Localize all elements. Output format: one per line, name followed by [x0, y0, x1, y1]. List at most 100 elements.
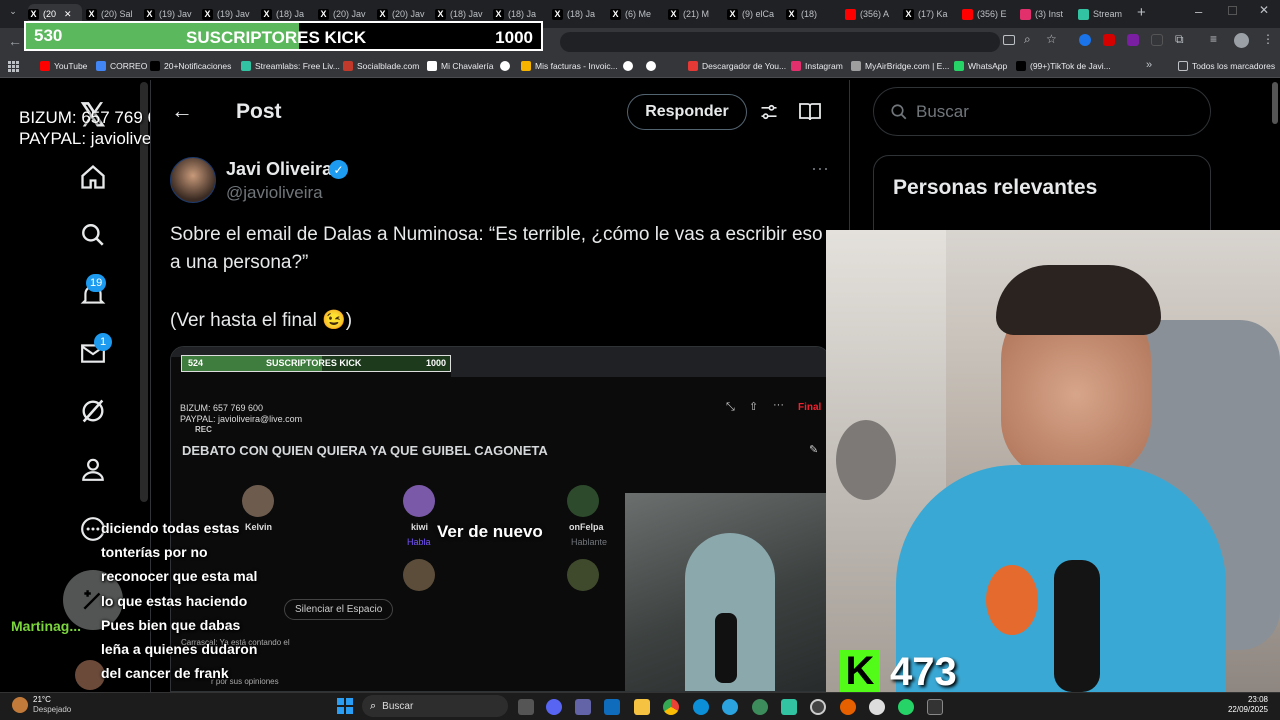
back-arrow-icon[interactable]: ←: [171, 98, 193, 124]
bookmark-star-icon[interactable]: ☆: [1046, 32, 1057, 46]
tab-list-dropdown[interactable]: ⌄: [6, 6, 20, 20]
browser-tab[interactable]: Stream: [1078, 4, 1130, 24]
x-logo-icon: X: [86, 8, 97, 20]
firefox-icon[interactable]: [840, 699, 856, 715]
taskbar-search[interactable]: ⌕ Buscar: [362, 695, 508, 717]
obs-icon[interactable]: [810, 699, 826, 715]
video-goal-title: SUSCRIPTORES KICK: [266, 358, 362, 368]
new-tab-button[interactable]: +: [1137, 4, 1146, 21]
browser-tab-label: (356) A: [860, 9, 890, 19]
more-bookmarks-icon[interactable]: »: [1146, 59, 1152, 71]
bookmark-item[interactable]: 20+Notificaciones: [150, 61, 231, 71]
bookmark-item[interactable]: YouTube: [40, 61, 87, 71]
weather-condition[interactable]: Despejado: [33, 705, 71, 714]
teams-icon[interactable]: [575, 699, 591, 715]
browser-tab[interactable]: X (21) M: [668, 4, 720, 24]
globe-app-icon[interactable]: [752, 699, 768, 715]
profile-avatar[interactable]: [1234, 33, 1249, 48]
browser-tab[interactable]: X (6) Me: [610, 4, 662, 24]
browser-tab[interactable]: X (18): [786, 4, 838, 24]
browser-tab[interactable]: (356) A: [845, 4, 897, 24]
weather-temp[interactable]: 21°C: [33, 695, 51, 704]
bookmark-item[interactable]: Mi Chavalería: [427, 61, 493, 71]
browser-tab[interactable]: X (9) elCa: [727, 4, 779, 24]
speaker-avatar-2: [403, 485, 435, 517]
explore-search-icon[interactable]: [78, 220, 108, 250]
close-tab-icon[interactable]: ✕: [64, 9, 72, 20]
zoom-icon[interactable]: ⌕: [1024, 32, 1031, 47]
kick-subscribers-goal-bar: 530 SUSCRIPTORES KICK 1000: [24, 21, 543, 51]
task-view-icon[interactable]: [518, 699, 534, 715]
all-bookmarks-folder[interactable]: Todos los marcadores: [1178, 61, 1275, 71]
filter-sliders-icon[interactable]: [759, 102, 779, 127]
extension-icon-1[interactable]: [1079, 34, 1091, 46]
bookmark-item[interactable]: Socialblade.com: [343, 61, 419, 71]
bookmark-item[interactable]: MyAirBridge.com | E...: [851, 61, 949, 71]
extension-icon-2[interactable]: [1103, 34, 1115, 46]
browser-tab[interactable]: (356) E: [962, 4, 1014, 24]
apps-grid-icon[interactable]: [8, 61, 19, 72]
speaker-avatar-3: [567, 485, 599, 517]
bookmark-favicon-icon: [500, 61, 510, 71]
bookmark-item[interactable]: Streamlabs: Free Liv...: [241, 61, 340, 71]
extension-icon-4[interactable]: [1151, 34, 1163, 46]
notifications-count-badge: 19: [86, 274, 107, 292]
extension-icon-3[interactable]: [1127, 34, 1139, 46]
reader-view-icon[interactable]: [798, 102, 822, 127]
bookmark-label: YouTube: [54, 61, 88, 71]
bookmark-item[interactable]: [623, 61, 637, 71]
weather-widget-icon[interactable]: [12, 697, 28, 713]
clock-time[interactable]: 23:08: [1248, 695, 1268, 704]
streamlabs-app-icon[interactable]: [781, 699, 797, 715]
bookmark-item[interactable]: WhatsApp: [954, 61, 1007, 71]
bookmark-item[interactable]: [646, 61, 660, 71]
url-field[interactable]: [560, 32, 1000, 52]
browser-tab[interactable]: X (18) Ja: [552, 4, 604, 24]
telegram-icon[interactable]: [722, 699, 738, 715]
video-edit-icon: ✎: [809, 444, 819, 456]
outlook-icon[interactable]: [604, 699, 620, 715]
edge-icon[interactable]: [693, 699, 709, 715]
file-explorer-icon[interactable]: [634, 699, 650, 715]
browser-tab[interactable]: (3) Inst: [1020, 4, 1072, 24]
install-app-icon[interactable]: [1003, 35, 1015, 45]
recorder-icon[interactable]: [869, 699, 885, 715]
bookmark-item[interactable]: (99+)TikTok de Javi...: [1016, 61, 1111, 71]
chat-message-line: leña a quienes dudaron: [101, 641, 258, 657]
media-controls-icon[interactable]: ≡: [1210, 32, 1217, 46]
maximize-button[interactable]: [1228, 6, 1237, 15]
post-options-icon[interactable]: ···: [811, 158, 829, 179]
author-avatar[interactable]: [170, 157, 216, 203]
whatsapp-icon[interactable]: [898, 699, 914, 715]
windows-start-icon[interactable]: [337, 698, 353, 714]
home-icon[interactable]: [78, 162, 108, 192]
grok-icon[interactable]: [78, 396, 108, 426]
replay-button[interactable]: Ver de nuevo: [437, 522, 543, 542]
chrome-icon[interactable]: [663, 699, 679, 715]
browser-menu-icon[interactable]: ⋮: [1262, 32, 1274, 46]
browser-tab[interactable]: X (17) Ka: [903, 4, 955, 24]
profile-person-icon[interactable]: [78, 454, 108, 484]
clock-date[interactable]: 22/09/2025: [1228, 705, 1268, 714]
extensions-puzzle-icon[interactable]: ⧉: [1175, 32, 1184, 47]
search-box[interactable]: Buscar: [873, 87, 1211, 136]
bookmark-item[interactable]: [500, 61, 514, 71]
youtube-logo-icon: [845, 8, 856, 20]
discord-icon[interactable]: [546, 699, 562, 715]
youtube-logo-icon: [962, 8, 973, 20]
browser-tab-label: (6) Me: [625, 9, 652, 19]
bookmark-item[interactable]: Mis facturas - Invoic...: [521, 61, 618, 71]
close-window-button[interactable]: ✕: [1259, 3, 1269, 17]
bookmark-item[interactable]: CORREO: [96, 61, 147, 71]
author-name[interactable]: Javi Oliveira: [226, 159, 332, 180]
back-button[interactable]: ←: [8, 33, 22, 49]
calculator-icon[interactable]: [927, 699, 943, 715]
bookmark-item[interactable]: Descargador de You...: [688, 61, 786, 71]
minimize-button[interactable]: –: [1195, 4, 1202, 19]
post-video[interactable]: 524 SUSCRIPTORES KICK 1000 BIZUM: 657 76…: [170, 346, 830, 692]
goal-target: 1000: [495, 28, 533, 47]
author-handle[interactable]: @javioliveira: [226, 183, 323, 203]
reply-button[interactable]: Responder: [627, 94, 747, 130]
bookmark-item[interactable]: Instagram: [791, 61, 843, 71]
page-scrollbar[interactable]: [1272, 82, 1278, 124]
